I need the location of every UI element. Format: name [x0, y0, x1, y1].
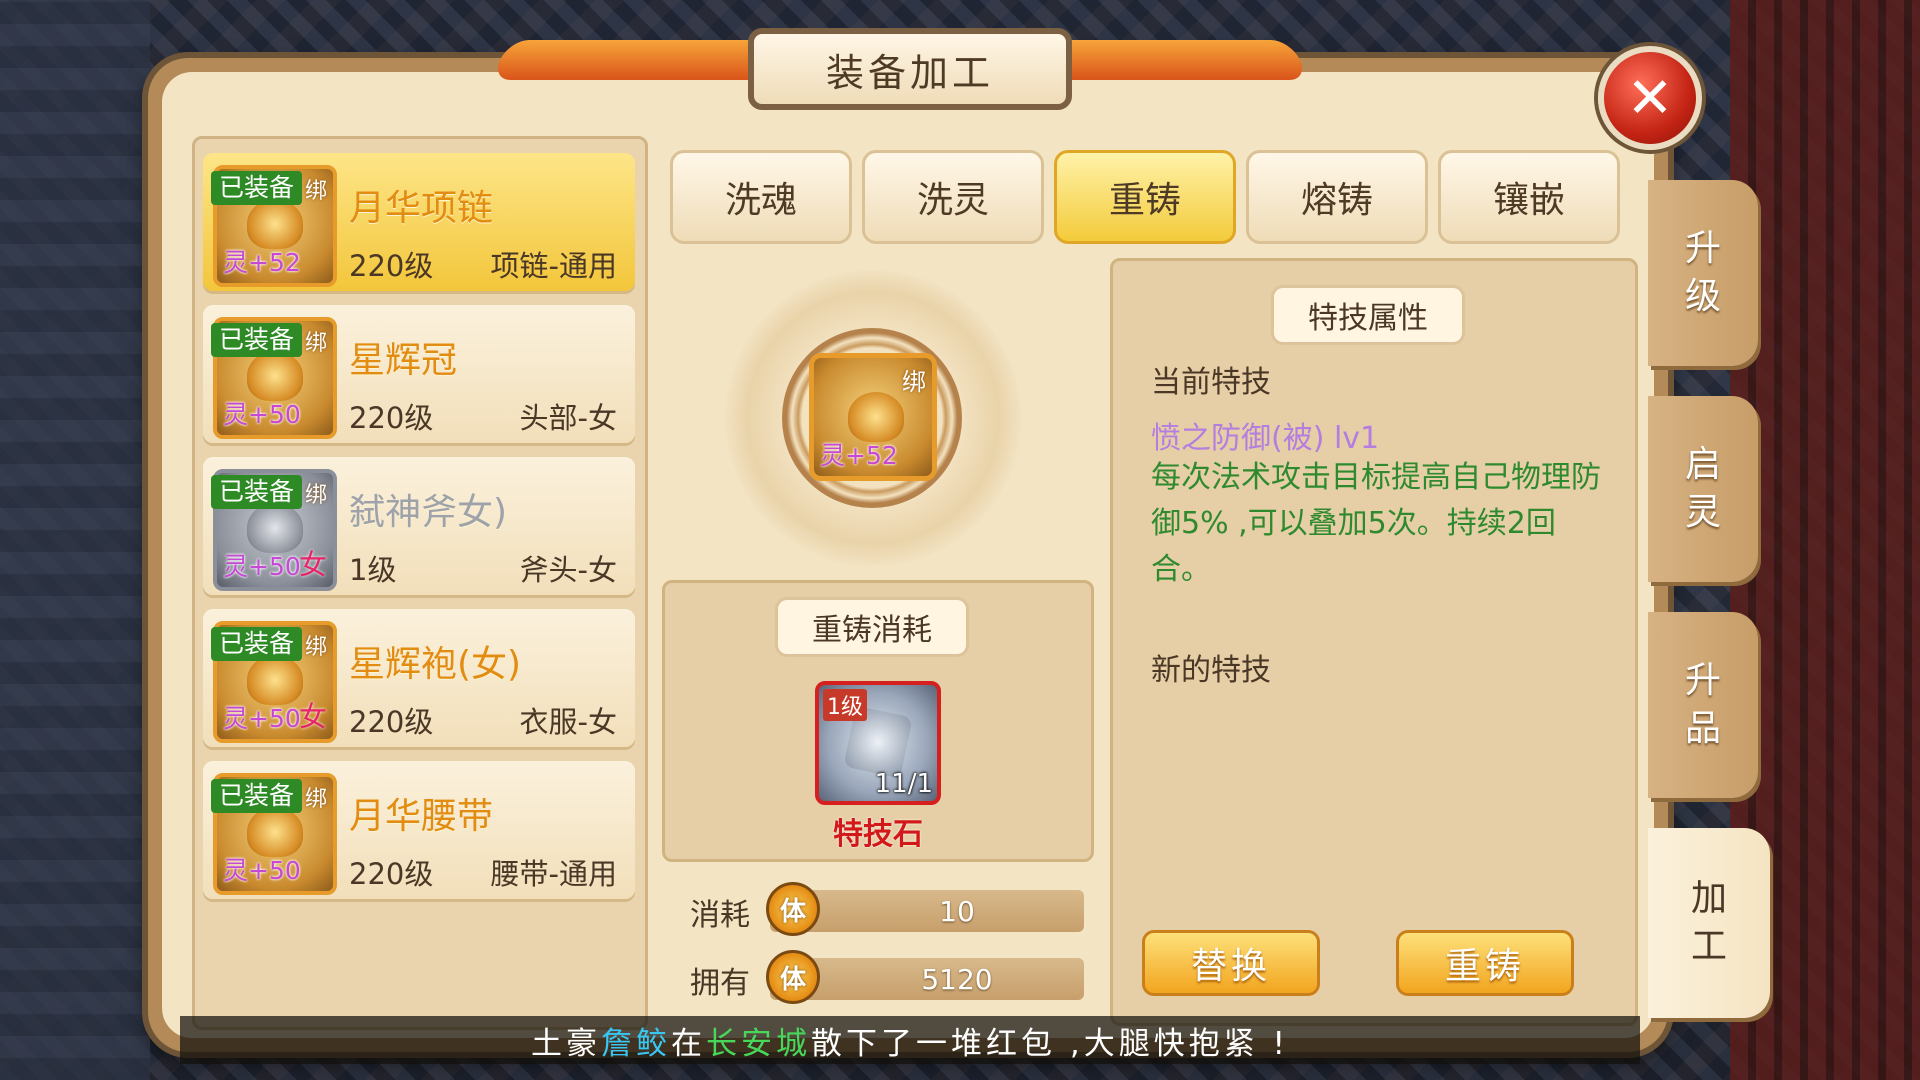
- robe-icon: 已装备 绑 灵+50 女: [211, 621, 337, 743]
- recast-button[interactable]: 重铸: [1396, 930, 1574, 996]
- item-level: 220级: [349, 705, 434, 739]
- spirit-value: 灵+50: [223, 704, 301, 733]
- equipment-list: 已装备 绑 灵+52 月华项链 220级 项链-通用 已装备 绑 灵+50 星辉…: [192, 136, 648, 1030]
- scene-wall-left: [0, 0, 150, 1080]
- item-name: 月华腰带: [349, 796, 494, 837]
- equipment-item-4[interactable]: 已装备 绑 灵+50 月华腰带 220级 腰带-通用: [203, 761, 635, 899]
- spirit-value: 灵+50: [223, 552, 301, 581]
- own-value: 5120: [921, 962, 993, 996]
- spirit-value: 灵+52: [223, 248, 301, 277]
- tab-wash-soul[interactable]: 洗魂: [670, 150, 852, 244]
- new-skill-label: 新的特技: [1151, 653, 1271, 688]
- spirit-value: 灵+50: [223, 400, 301, 429]
- item-type: 项链-通用: [490, 249, 617, 283]
- equipped-tag: 已装备: [211, 779, 303, 813]
- side-tab-grade-up[interactable]: 升品: [1648, 612, 1758, 798]
- necklace-icon: 已装备 绑 灵+52: [211, 165, 337, 287]
- item-name: 星辉冠: [349, 340, 458, 381]
- current-skill-label: 当前特技: [1151, 365, 1271, 400]
- equipment-item-0[interactable]: 已装备 绑 灵+52 月华项链 220级 项链-通用: [203, 153, 635, 291]
- close-button[interactable]: ✕: [1598, 46, 1702, 150]
- gender-mark: 女: [298, 700, 327, 733]
- equipped-tag: 已装备: [211, 475, 303, 509]
- equipped-tag: 已装备: [211, 323, 303, 357]
- bound-mark: 绑: [304, 179, 327, 204]
- axe-icon: 已装备 绑 灵+50 女: [211, 469, 337, 591]
- city-name[interactable]: 长安城: [706, 1018, 811, 1063]
- item-type: 头部-女: [519, 401, 617, 435]
- item-name: 弑神斧女): [349, 492, 508, 533]
- tab-melt-cast[interactable]: 熔铸: [1246, 150, 1428, 244]
- stone-count: 11/1: [874, 769, 933, 799]
- title-ribbon-left: [490, 40, 790, 80]
- equipment-item-3[interactable]: 已装备 绑 灵+50 女 星辉袍(女) 220级 衣服-女: [203, 609, 635, 747]
- consume-label: 消耗: [690, 898, 750, 933]
- item-name: 星辉袍(女): [349, 644, 522, 685]
- skill-attribute-panel: 特技属性 当前特技 愤之防御(被) lv1 每次法术攻击目标提高自己物理防御5%…: [1110, 258, 1638, 1026]
- item-type: 腰带-通用: [490, 857, 617, 891]
- stamina-icon: 体: [766, 882, 820, 936]
- stone-level: 1级: [823, 689, 867, 721]
- bound-mark: 绑: [902, 368, 926, 396]
- recast-cost-panel: 重铸消耗 1级 11/1 特技石: [662, 580, 1094, 862]
- bound-mark: 绑: [304, 635, 327, 660]
- bound-mark: 绑: [304, 483, 327, 508]
- item-level: 220级: [349, 857, 434, 891]
- belt-icon: 已装备 绑 灵+50: [211, 773, 337, 895]
- equipment-item-1[interactable]: 已装备 绑 灵+50 星辉冠 220级 头部-女: [203, 305, 635, 443]
- tab-wash-spirit[interactable]: 洗灵: [862, 150, 1044, 244]
- item-level: 220级: [349, 249, 434, 283]
- equipment-item-2[interactable]: 已装备 绑 灵+50 女 弑神斧女) 1级 斧头-女: [203, 457, 635, 595]
- item-level: 220级: [349, 401, 434, 435]
- own-label: 拥有: [690, 966, 750, 1001]
- broadcast-marquee: 土豪 詹鲛在长安城 散下了一堆红包 ,大腿快抱紧 !: [180, 1016, 1640, 1064]
- tab-recast[interactable]: 重铸: [1054, 150, 1236, 244]
- side-tab-awaken[interactable]: 启灵: [1648, 396, 1758, 582]
- spirit-value: 灵+50: [223, 856, 301, 885]
- own-bar: 体 5120: [766, 950, 1084, 1004]
- cost-title: 重铸消耗: [775, 597, 969, 657]
- player-name[interactable]: 詹鲛: [601, 1018, 671, 1063]
- window-title: 装备加工: [748, 28, 1072, 110]
- tab-inlay[interactable]: 镶嵌: [1438, 150, 1620, 244]
- gender-mark: 女: [298, 548, 327, 581]
- bound-mark: 绑: [304, 787, 327, 812]
- spirit-value: 灵+52: [820, 441, 898, 470]
- equipped-tag: 已装备: [211, 171, 303, 205]
- bound-mark: 绑: [304, 331, 327, 356]
- attribute-title: 特技属性: [1271, 285, 1465, 345]
- side-tab-upgrade[interactable]: 升级: [1648, 180, 1758, 366]
- skill-stone-slot[interactable]: 1级 11/1: [815, 681, 941, 805]
- item-type: 斧头-女: [519, 553, 617, 587]
- item-name: 月华项链: [349, 188, 494, 229]
- replace-button[interactable]: 替换: [1142, 930, 1320, 996]
- stone-name: 特技石: [833, 817, 923, 852]
- current-skill-name: 愤之防御(被) lv1: [1151, 421, 1380, 456]
- side-tab-process[interactable]: 加工: [1648, 828, 1770, 1018]
- consume-value: 10: [939, 894, 975, 928]
- stamina-icon: 体: [766, 950, 820, 1004]
- consume-bar: 体 10: [766, 882, 1084, 936]
- item-level: 1级: [349, 553, 397, 587]
- current-skill-description: 每次法术攻击目标提高自己物理防御5% ,可以叠加5次。持续2回合。: [1151, 460, 1601, 587]
- selected-equipment-slot[interactable]: 绑 灵+52: [809, 353, 937, 481]
- item-type: 衣服-女: [519, 705, 617, 739]
- equipped-tag: 已装备: [211, 627, 303, 661]
- crown-icon: 已装备 绑 灵+50: [211, 317, 337, 439]
